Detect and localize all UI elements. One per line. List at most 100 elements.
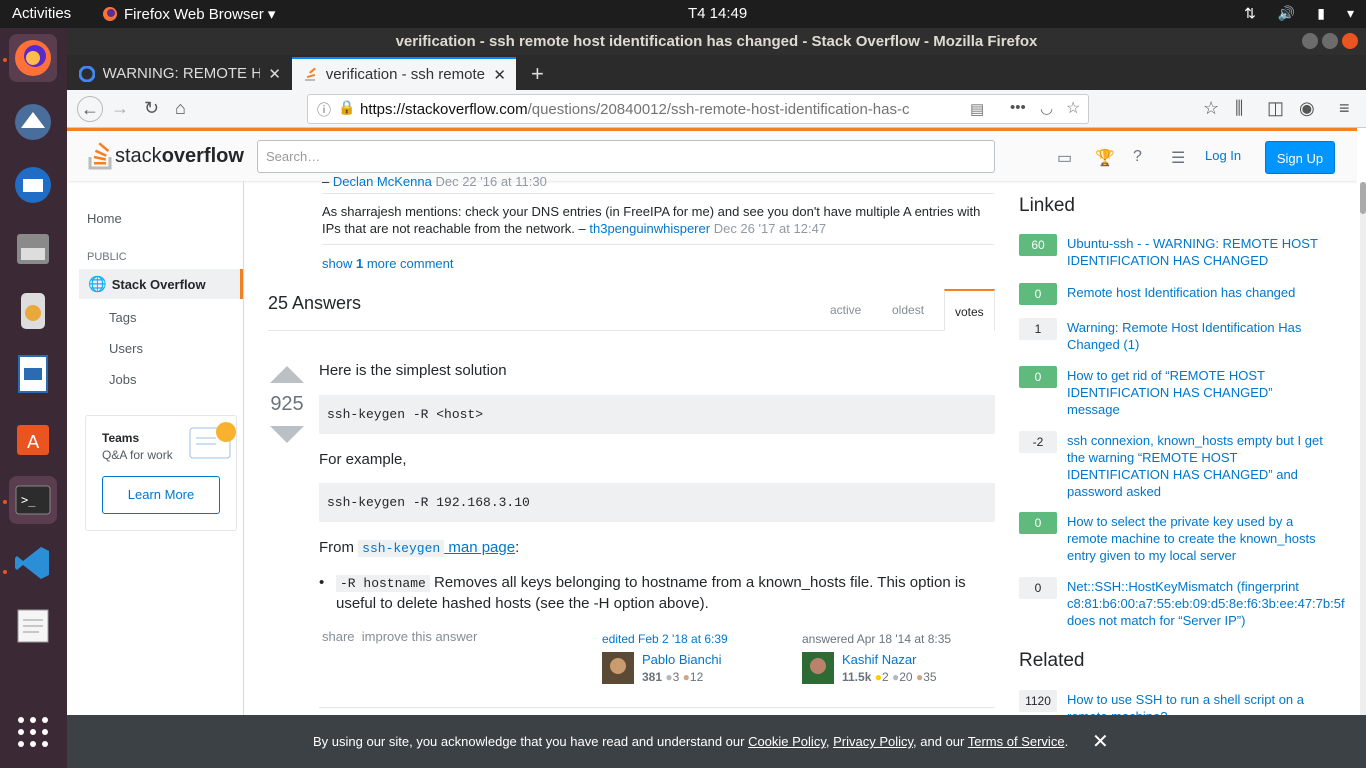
forward-button[interactable]: → xyxy=(111,98,129,119)
signup-button[interactable]: Sign Up xyxy=(1265,141,1335,174)
info-icon[interactable]: ⓘ xyxy=(317,100,331,120)
comment-author[interactable]: Declan McKenna xyxy=(333,174,432,189)
dock-mail-client[interactable] xyxy=(9,98,57,146)
account-icon[interactable]: ◉ xyxy=(1299,98,1315,119)
bookmark-star-icon[interactable]: ☆ xyxy=(1066,98,1080,118)
terms-link[interactable]: Terms of Service xyxy=(968,734,1065,749)
app-menu[interactable]: Firefox Web Browser ▾ xyxy=(102,5,275,23)
share-link[interactable]: share xyxy=(322,629,355,644)
web-page: stack overflow Search… ▭ 🏆 ? ☰ Log In Sig… xyxy=(67,128,1357,768)
library-icon[interactable]: ⫼ xyxy=(1235,98,1243,119)
author-bronze-badges: 35 xyxy=(923,670,937,684)
inline-code: ssh-keygen xyxy=(358,540,445,557)
editor-name[interactable]: Pablo Bianchi xyxy=(642,652,722,667)
dock-files[interactable] xyxy=(9,224,57,272)
dock-terminal[interactable]: >_ xyxy=(9,476,57,524)
logo-text: stack xyxy=(115,144,162,167)
pocket-icon[interactable]: ◡ xyxy=(1040,99,1053,117)
show-applications-button[interactable] xyxy=(9,708,57,756)
activities-button[interactable]: Activities xyxy=(12,5,71,22)
hamburger-menu-icon[interactable]: ≡ xyxy=(1339,98,1350,119)
bookmarks-star-icon[interactable]: ☆ xyxy=(1203,98,1219,119)
inbox-icon[interactable]: ▭ xyxy=(1057,148,1077,167)
tab-close-icon[interactable]: ✕ xyxy=(268,65,281,83)
tab-close-icon[interactable]: ✕ xyxy=(493,66,506,84)
nav-users[interactable]: Users xyxy=(109,341,143,356)
tab-warning[interactable]: WARNING: REMOTE HOS ✕ xyxy=(69,57,291,90)
nav-stack-overflow[interactable]: 🌐 Stack Overflow xyxy=(79,269,243,299)
close-cookie-banner-icon[interactable]: ✕ xyxy=(1092,729,1109,754)
url-bar[interactable]: ⓘ 🔒 https://stackoverflow.com/questions/… xyxy=(307,94,1089,124)
clock[interactable]: T4 14:49 xyxy=(688,5,747,22)
sort-tab-oldest[interactable]: oldest xyxy=(892,303,924,317)
file-cabinet-icon xyxy=(17,234,49,264)
search-input[interactable]: Search… xyxy=(257,140,995,173)
scrollbar-thumb[interactable] xyxy=(1360,182,1366,214)
comment: – Declan McKenna Dec 22 '16 at 11:30 xyxy=(322,173,994,194)
cookie-policy-link[interactable]: Cookie Policy xyxy=(748,734,826,749)
page-actions-button[interactable]: ••• xyxy=(1010,99,1026,116)
help-icon[interactable]: ? xyxy=(1133,148,1153,166)
tab-verification[interactable]: verification - ssh remote ✕ xyxy=(292,57,516,90)
question-link[interactable]: Net::SSH::HostKeyMismatch (fingerprint c… xyxy=(1067,578,1345,629)
show-more-comments-link[interactable]: show 1 more comment xyxy=(322,256,454,271)
question-link[interactable]: Ubuntu-ssh - - WARNING: REMOTE HOST IDEN… xyxy=(1067,235,1325,269)
reload-button[interactable]: ↻ xyxy=(144,98,159,119)
question-link[interactable]: Warning: Remote Host Identification Has … xyxy=(1067,319,1325,353)
sidebar-icon[interactable]: ◫ xyxy=(1267,98,1284,119)
minimize-button[interactable] xyxy=(1302,33,1318,49)
edited-timestamp[interactable]: edited Feb 2 '18 at 6:39 xyxy=(602,632,728,646)
question-link[interactable]: ssh connexion, known_hosts empty but I g… xyxy=(1067,432,1325,500)
answered-timestamp: answered Apr 18 '14 at 8:35 xyxy=(802,632,952,646)
dock-rhythmbox[interactable] xyxy=(9,287,57,335)
trophy-icon[interactable]: 🏆 xyxy=(1095,148,1115,167)
learn-more-button[interactable]: Learn More xyxy=(102,476,220,514)
nav-jobs[interactable]: Jobs xyxy=(109,372,136,387)
improve-answer-link[interactable]: improve this answer xyxy=(362,629,478,644)
dock-thunderbird[interactable] xyxy=(9,161,57,209)
upvote-arrow-icon[interactable] xyxy=(270,366,304,383)
avatar[interactable] xyxy=(802,652,834,684)
home-icon: ⌂ xyxy=(175,98,186,118)
dock-text-editor[interactable] xyxy=(9,602,57,650)
question-link[interactable]: How to select the private key used by a … xyxy=(1067,513,1325,564)
tab-strip: WARNING: REMOTE HOS ✕ verification - ssh… xyxy=(67,55,1366,90)
editor-silver-badges: 3 xyxy=(672,670,680,684)
firefox-icon xyxy=(103,7,117,21)
nav-home[interactable]: Home xyxy=(87,211,122,226)
question-score: 0 xyxy=(1019,283,1057,305)
sort-tab-votes[interactable]: votes xyxy=(944,289,995,331)
avatar[interactable] xyxy=(602,652,634,684)
question-link[interactable]: Remote host Identification has changed xyxy=(1067,284,1325,301)
site-switcher-icon[interactable]: ☰ xyxy=(1171,148,1191,167)
question-link[interactable]: How to get rid of “REMOTE HOST IDENTIFIC… xyxy=(1067,367,1325,418)
man-page-link[interactable]: ssh-keygen man page xyxy=(358,539,515,557)
dock-writer[interactable] xyxy=(9,350,57,398)
url-text[interactable]: https://stackoverflow.com/questions/2084… xyxy=(360,101,938,118)
author-name[interactable]: Kashif Nazar xyxy=(842,652,916,667)
page-scrollbar[interactable] xyxy=(1360,182,1366,715)
nav-tags[interactable]: Tags xyxy=(109,310,136,325)
privacy-policy-link[interactable]: Privacy Policy xyxy=(833,734,913,749)
navigation-toolbar: ← → ↻ ⌂ ⓘ 🔒 https://stackoverflow.com/qu… xyxy=(67,90,1366,128)
back-button[interactable]: ← xyxy=(77,96,103,122)
home-button[interactable]: ⌂ xyxy=(175,98,186,119)
code-block: ssh-keygen -R <host> xyxy=(319,395,995,434)
left-sidebar: Home PUBLIC 🌐 Stack Overflow Tags Users … xyxy=(67,181,244,768)
comment-author[interactable]: th3penguinwhisperer xyxy=(589,221,710,236)
sort-tab-active[interactable]: active xyxy=(830,303,861,317)
system-tray[interactable]: ⇅ 🔊 ▮ ▾ xyxy=(1244,5,1354,22)
dock-vscode[interactable] xyxy=(9,539,57,587)
maximize-button[interactable] xyxy=(1322,33,1338,49)
plus-icon: + xyxy=(531,60,544,86)
so-logo[interactable]: stack overflow xyxy=(87,141,244,171)
dock-firefox[interactable] xyxy=(9,34,57,82)
dock-software[interactable]: A xyxy=(9,413,57,461)
login-link[interactable]: Log In xyxy=(1205,148,1241,163)
downvote-arrow-icon[interactable] xyxy=(270,426,304,443)
reader-view-icon[interactable]: ▤ xyxy=(970,100,984,118)
new-tab-button[interactable]: + xyxy=(521,57,554,90)
close-window-button[interactable] xyxy=(1342,33,1358,49)
answer-divider xyxy=(319,707,995,708)
question-score: -2 xyxy=(1019,431,1057,453)
